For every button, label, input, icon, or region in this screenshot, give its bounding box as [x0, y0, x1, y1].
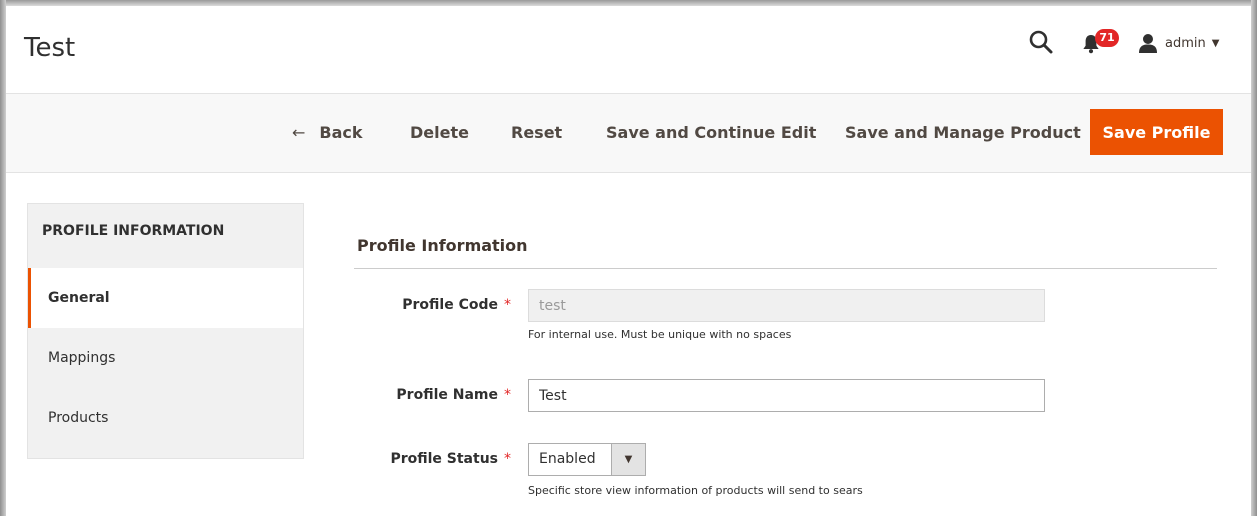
- required-marker: *: [504, 297, 511, 313]
- arrow-left-icon: ←: [292, 123, 306, 142]
- profile-name-input[interactable]: [528, 379, 1045, 412]
- save-and-continue-button[interactable]: Save and Continue Edit: [606, 122, 816, 144]
- sidebar-title: PROFILE INFORMATION: [42, 223, 225, 239]
- user-name: admin: [1165, 35, 1206, 51]
- chevron-down-icon: ▼: [611, 444, 645, 475]
- profile-code-note: For internal use. Must be unique with no…: [528, 328, 792, 341]
- profile-status-value: Enabled: [539, 451, 596, 467]
- window-frame-right: [1251, 0, 1257, 516]
- notifications-button[interactable]: 71: [1082, 29, 1119, 58]
- required-marker: *: [504, 451, 511, 467]
- profile-name-label-text: Profile Name: [396, 387, 498, 403]
- chevron-down-icon: ▼: [1211, 37, 1220, 49]
- window-frame-left: [0, 0, 6, 516]
- save-profile-button[interactable]: Save Profile: [1090, 109, 1223, 155]
- profile-code-input[interactable]: [528, 289, 1045, 322]
- user-icon: [1139, 34, 1157, 53]
- sidebar-item-products[interactable]: Products: [28, 388, 303, 448]
- reset-button[interactable]: Reset: [511, 122, 562, 144]
- back-button-label: Back: [319, 123, 363, 142]
- profile-sidebar: PROFILE INFORMATION General Mappings Pro…: [27, 203, 304, 459]
- sidebar-item-mappings[interactable]: Mappings: [28, 328, 303, 388]
- search-icon[interactable]: [1028, 29, 1054, 55]
- back-button[interactable]: ← Back: [292, 122, 363, 144]
- profile-status-note: Specific store view information of produ…: [528, 484, 863, 497]
- delete-button[interactable]: Delete: [410, 122, 469, 144]
- profile-status-label-text: Profile Status: [390, 451, 498, 467]
- sidebar-item-general[interactable]: General: [28, 268, 303, 328]
- profile-code-label: Profile Code *: [311, 297, 511, 313]
- section-divider: [354, 268, 1217, 269]
- save-and-manage-product-button[interactable]: Save and Manage Product: [845, 122, 1081, 144]
- profile-code-label-text: Profile Code: [402, 297, 498, 313]
- required-marker: *: [504, 387, 511, 403]
- profile-status-select[interactable]: Enabled ▼: [528, 443, 646, 476]
- profile-name-label: Profile Name *: [311, 387, 511, 403]
- user-menu[interactable]: admin ▼: [1138, 32, 1219, 54]
- window-frame-top: [0, 0, 1257, 6]
- sidebar-header: PROFILE INFORMATION: [28, 204, 303, 269]
- section-title: Profile Information: [357, 236, 528, 255]
- page-actions-toolbar: ← Back Delete Reset Save and Continue Edi…: [6, 93, 1251, 173]
- notifications-badge: 71: [1095, 29, 1119, 47]
- page-title: Test: [24, 33, 76, 63]
- profile-status-label: Profile Status *: [311, 451, 511, 467]
